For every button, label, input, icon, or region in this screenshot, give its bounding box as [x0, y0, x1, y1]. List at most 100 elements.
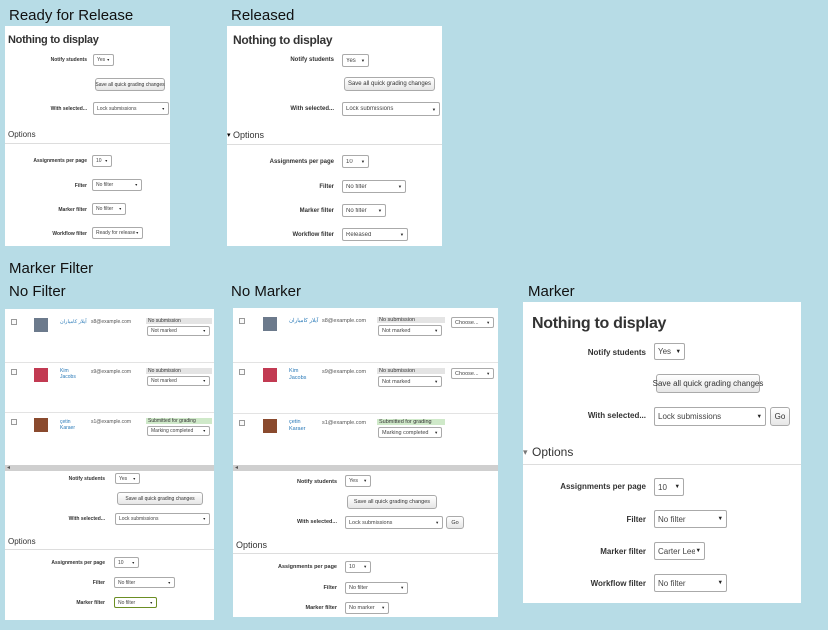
notify-students-value: Yes — [346, 57, 356, 64]
notify-students-select[interactable]: Yes ▼ — [93, 54, 114, 66]
with-selected-value: Lock submissions — [346, 106, 394, 112]
marking-select[interactable]: Not marked ▼ — [378, 376, 442, 387]
workflow-filter-select[interactable]: No filter ▼ — [654, 574, 727, 592]
panel-no-filter: آیلار کامیاران s8@example.com No submiss… — [5, 309, 214, 620]
with-selected-select[interactable]: Lock submissions ▼ — [93, 102, 169, 115]
assignments-per-page-select[interactable]: 10 ▼ — [114, 557, 139, 568]
marker-choose-select[interactable]: Choose... ▼ — [451, 368, 494, 379]
choose-value: Choose... — [455, 319, 479, 326]
filter-value: No filter — [118, 579, 136, 586]
assignments-per-page-select[interactable]: 10 ▼ — [92, 155, 112, 167]
row-select-checkbox[interactable] — [239, 318, 245, 324]
notify-students-select[interactable]: Yes ▼ — [654, 343, 685, 360]
save-quick-grading-button[interactable]: Save all quick grading changes — [347, 495, 437, 509]
choose-value: Choose... — [455, 370, 479, 377]
horizontal-scrollbar[interactable] — [233, 465, 498, 471]
student-name-link[interactable]: آیلار کامیاران — [289, 318, 318, 325]
filter-select[interactable]: No filter ▼ — [114, 577, 175, 588]
student-email: s8@example.com — [322, 318, 367, 324]
options-heading[interactable]: Options — [8, 537, 36, 546]
row-select-checkbox[interactable] — [11, 369, 17, 375]
student-name-link[interactable]: Kim Jacobs — [289, 368, 317, 382]
assignments-per-page-select[interactable]: 10 ▼ — [345, 561, 371, 573]
row-select-checkbox[interactable] — [11, 319, 17, 325]
marking-select[interactable]: Not marked ▼ — [147, 376, 210, 386]
marker-filter-select[interactable]: No marker ▼ — [345, 602, 389, 614]
marking-select[interactable]: Marking completed ▼ — [378, 427, 442, 438]
save-quick-grading-button[interactable]: Save all quick grading changes — [344, 77, 435, 91]
filter-select[interactable]: No filter ▼ — [342, 180, 406, 193]
options-heading[interactable]: Options — [233, 130, 264, 140]
save-quick-grading-button[interactable]: Save all quick grading changes — [117, 492, 203, 505]
row-select-checkbox[interactable] — [11, 419, 17, 425]
student-name-link[interactable]: Kim Jacobs — [60, 368, 85, 381]
marking-select[interactable]: Not marked ▼ — [147, 326, 210, 336]
workflow-filter-label: Workflow filter — [292, 232, 334, 238]
with-selected-select[interactable]: Lock submissions ▼ — [345, 516, 443, 529]
filter-label: Filter — [323, 585, 337, 591]
filter-value: No filter — [349, 585, 368, 591]
scroll-left-icon[interactable]: ◂ — [7, 464, 10, 471]
notify-students-select[interactable]: Yes ▼ — [115, 473, 140, 484]
go-button[interactable]: Go — [770, 407, 790, 426]
go-button[interactable]: Go — [446, 516, 464, 529]
filter-select[interactable]: No filter ▼ — [654, 510, 727, 528]
dropdown-icon: ▼ — [202, 517, 206, 521]
marking-value: Marking completed — [151, 428, 194, 434]
with-selected-select[interactable]: Lock submissions ▼ — [115, 513, 210, 525]
save-quick-grading-button[interactable]: Save all quick grading changes — [653, 374, 763, 393]
notify-students-select[interactable]: Yes ▼ — [342, 54, 369, 67]
with-selected-label: With selected... — [587, 411, 646, 420]
save-quick-grading-button[interactable]: Save all quick grading changes — [95, 78, 165, 91]
dropdown-icon: ▼ — [431, 106, 436, 112]
avatar — [263, 317, 277, 331]
options-heading[interactable]: Options — [8, 130, 36, 139]
workflow-filter-value: Ready for release — [96, 230, 136, 236]
marker-filter-select[interactable]: No filter ▼ — [92, 203, 126, 215]
marker-filter-label: Marker filter — [305, 605, 338, 611]
student-name-link[interactable]: çetin Karaer — [289, 419, 317, 433]
row-select-checkbox[interactable] — [239, 369, 245, 375]
marker-filter-select[interactable]: No filter ▼ — [114, 597, 157, 608]
assignments-per-page-select[interactable]: 10 ▼ — [342, 155, 369, 168]
dropdown-icon: ▼ — [104, 159, 108, 163]
collapse-icon[interactable]: ▾ — [227, 131, 231, 139]
notify-students-select[interactable]: Yes ▼ — [345, 475, 371, 487]
caption-marker: Marker — [528, 283, 575, 300]
filter-select[interactable]: No filter ▼ — [345, 582, 408, 594]
status-badge: Submitted for grading — [146, 418, 212, 424]
assignments-per-page-label: Assignments per page — [278, 564, 337, 570]
marker-filter-select[interactable]: Carter Lee ▼ — [654, 542, 705, 560]
with-selected-select[interactable]: Lock submissions ▼ — [654, 407, 766, 426]
marking-value: Not marked — [382, 327, 411, 334]
scroll-left-icon[interactable]: ◂ — [235, 464, 238, 471]
status-badge: No submission — [146, 318, 212, 324]
marker-choose-select[interactable]: Choose... ▼ — [451, 317, 494, 328]
with-selected-select[interactable]: Lock submissions ▼ — [342, 102, 440, 116]
with-selected-value: Lock submissions — [97, 105, 137, 112]
dropdown-icon: ▼ — [134, 183, 138, 187]
assignments-per-page-label: Assignments per page — [51, 560, 105, 566]
assignments-per-page-select[interactable]: 10 ▼ — [654, 478, 684, 496]
options-heading[interactable]: Options — [532, 445, 573, 459]
student-name-link[interactable]: çetin Karaer — [60, 419, 85, 432]
workflow-filter-select[interactable]: Released ▼ — [342, 228, 408, 241]
filter-select[interactable]: No filter ▼ — [92, 179, 142, 191]
workflow-filter-label: Workflow filter — [590, 579, 646, 588]
caption-no-marker: No Marker — [231, 283, 302, 300]
options-heading[interactable]: Options — [236, 540, 267, 550]
workflow-filter-select[interactable]: Ready for release ▼ — [92, 227, 143, 239]
row-select-checkbox[interactable] — [239, 420, 245, 426]
dropdown-icon: ▼ — [675, 348, 681, 355]
workflow-filter-value: No filter — [658, 578, 686, 588]
assignments-per-page-label: Assignments per page — [33, 158, 87, 164]
student-name-link[interactable]: آیلار کامیاران — [60, 319, 87, 325]
marking-select[interactable]: Marking completed ▼ — [147, 426, 210, 436]
collapse-icon[interactable]: ▾ — [523, 447, 528, 458]
dropdown-icon: ▼ — [717, 516, 723, 522]
marking-select[interactable]: Not marked ▼ — [378, 325, 442, 336]
filter-label: Filter — [319, 184, 334, 190]
caption-ready-for-release: Ready for Release — [9, 7, 134, 24]
horizontal-scrollbar[interactable] — [5, 465, 214, 471]
marker-filter-select[interactable]: No filter ▼ — [342, 204, 386, 217]
